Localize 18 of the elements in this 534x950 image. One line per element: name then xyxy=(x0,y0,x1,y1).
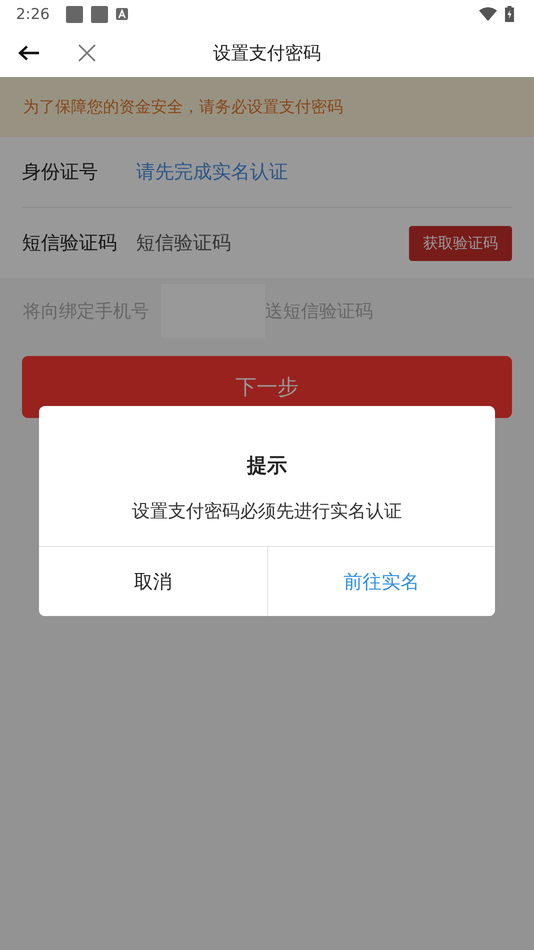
dialog-title: 提示 xyxy=(247,452,287,479)
field-label: 短信验证码 xyxy=(22,231,118,256)
field-label: 身份证号 xyxy=(22,160,99,185)
dialog-message: 设置支付密码必须先进行实名认证 xyxy=(132,500,402,523)
notification-icon xyxy=(90,6,108,22)
back-arrow-icon[interactable] xyxy=(18,44,40,60)
verify-link[interactable]: 请先完成实名认证 xyxy=(136,159,288,185)
notification-icon xyxy=(66,6,83,22)
battery-icon xyxy=(505,6,514,22)
close-icon[interactable] xyxy=(78,44,96,62)
warning-text: 为了保障您的资金安全，请务必设置支付密码 xyxy=(23,96,343,118)
wifi-icon xyxy=(479,7,497,21)
status-time: 2:26 xyxy=(16,5,50,23)
confirm-button[interactable]: 前往实名 xyxy=(266,547,495,616)
get-code-button[interactable]: 获取验证码 xyxy=(409,226,512,260)
code-input-field[interactable]: 短信验证码 xyxy=(136,232,409,254)
page-title: 设置支付密码 xyxy=(213,42,321,64)
app-icon xyxy=(116,8,128,20)
